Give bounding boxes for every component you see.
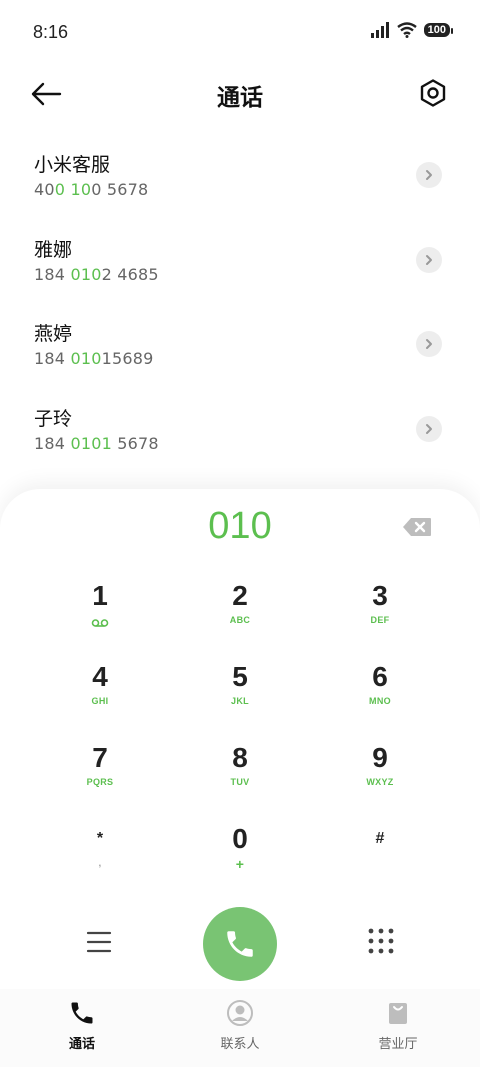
settings-button[interactable] [418, 78, 448, 108]
status-icons: 100 [370, 22, 454, 38]
key-8[interactable]: 8 TUV [170, 741, 310, 815]
contact-detail-button[interactable] [416, 162, 442, 188]
menu-icon [86, 931, 112, 953]
contact-detail-button[interactable] [416, 415, 442, 442]
menu-button[interactable] [86, 929, 112, 955]
key-2[interactable]: 2 ABC [170, 579, 310, 653]
store-bag-icon [389, 1003, 407, 1024]
tab-store[interactable]: 营业厅 [338, 999, 458, 1052]
contact-item[interactable]: 燕婷 184 01015689 [0, 303, 480, 388]
chevron-right-icon [426, 254, 432, 265]
contact-name: 子玲 [34, 407, 73, 430]
status-time: 8:16 [33, 22, 69, 42]
contact-number: 400 100 5678 [34, 180, 149, 199]
contact-list: 小米客服 400 100 5678 雅娜 184 0102 4685 燕婷 18… [0, 134, 480, 472]
contact-detail-button[interactable] [416, 246, 442, 273]
contacts-icon [227, 1000, 253, 1026]
contact-name: 燕婷 [34, 323, 73, 345]
backspace-icon [403, 518, 431, 536]
contact-number: 184 0102 4685 [34, 264, 159, 284]
battery-indicator: 100 [423, 23, 454, 37]
page-title: 通话 [217, 85, 263, 111]
key-4[interactable]: 4 GHI [30, 660, 170, 734]
phone-icon [227, 931, 253, 957]
contact-item[interactable]: 小米客服 400 100 5678 [0, 134, 480, 219]
voicemail-icon [91, 619, 109, 627]
dialpad-panel: 010 1 2 ABC 3 DEF 4 GHI 5 JKL 6 MNO 7 PQ… [0, 489, 480, 1067]
key-0[interactable]: 0 + [170, 822, 310, 896]
backspace-button[interactable] [402, 517, 432, 537]
chevron-right-icon [426, 170, 432, 180]
hide-keypad-button[interactable] [367, 927, 395, 955]
key-5[interactable]: 5 JKL [170, 660, 310, 734]
gear-icon [420, 79, 446, 107]
contact-detail-button[interactable] [416, 331, 442, 357]
status-bar: 8:16 100 [0, 0, 480, 66]
tab-contacts[interactable]: 联系人 [180, 999, 300, 1052]
contact-item[interactable]: 子玲 184 0101 5678 [0, 388, 480, 473]
bottom-tab-bar: 通话 联系人 营业厅 [0, 989, 480, 1067]
call-button[interactable] [203, 907, 277, 981]
contact-item[interactable]: 雅娜 184 0102 4685 [0, 219, 480, 304]
key-star[interactable]: * , [30, 822, 170, 896]
key-hash[interactable]: # [310, 822, 450, 896]
key-1[interactable]: 1 [30, 579, 170, 653]
key-7[interactable]: 7 PQRS [30, 741, 170, 815]
chevron-right-icon [426, 423, 432, 434]
tab-calls[interactable]: 通话 [22, 999, 142, 1052]
signal-icon [370, 22, 389, 38]
phone-icon [71, 1002, 93, 1024]
contact-name: 雅娜 [34, 238, 73, 261]
keypad-grid-icon [368, 928, 394, 954]
key-6[interactable]: 6 MNO [310, 660, 450, 734]
contact-number: 184 01015689 [34, 349, 154, 368]
top-bar: 通话 [0, 66, 480, 122]
contact-name: 小米客服 [34, 154, 111, 176]
key-9[interactable]: 9 WXYZ [310, 741, 450, 815]
contact-number: 184 0101 5678 [34, 433, 159, 453]
wifi-icon [396, 22, 417, 38]
key-3[interactable]: 3 DEF [310, 579, 450, 653]
chevron-right-icon [426, 339, 432, 349]
dial-actions [0, 907, 480, 983]
